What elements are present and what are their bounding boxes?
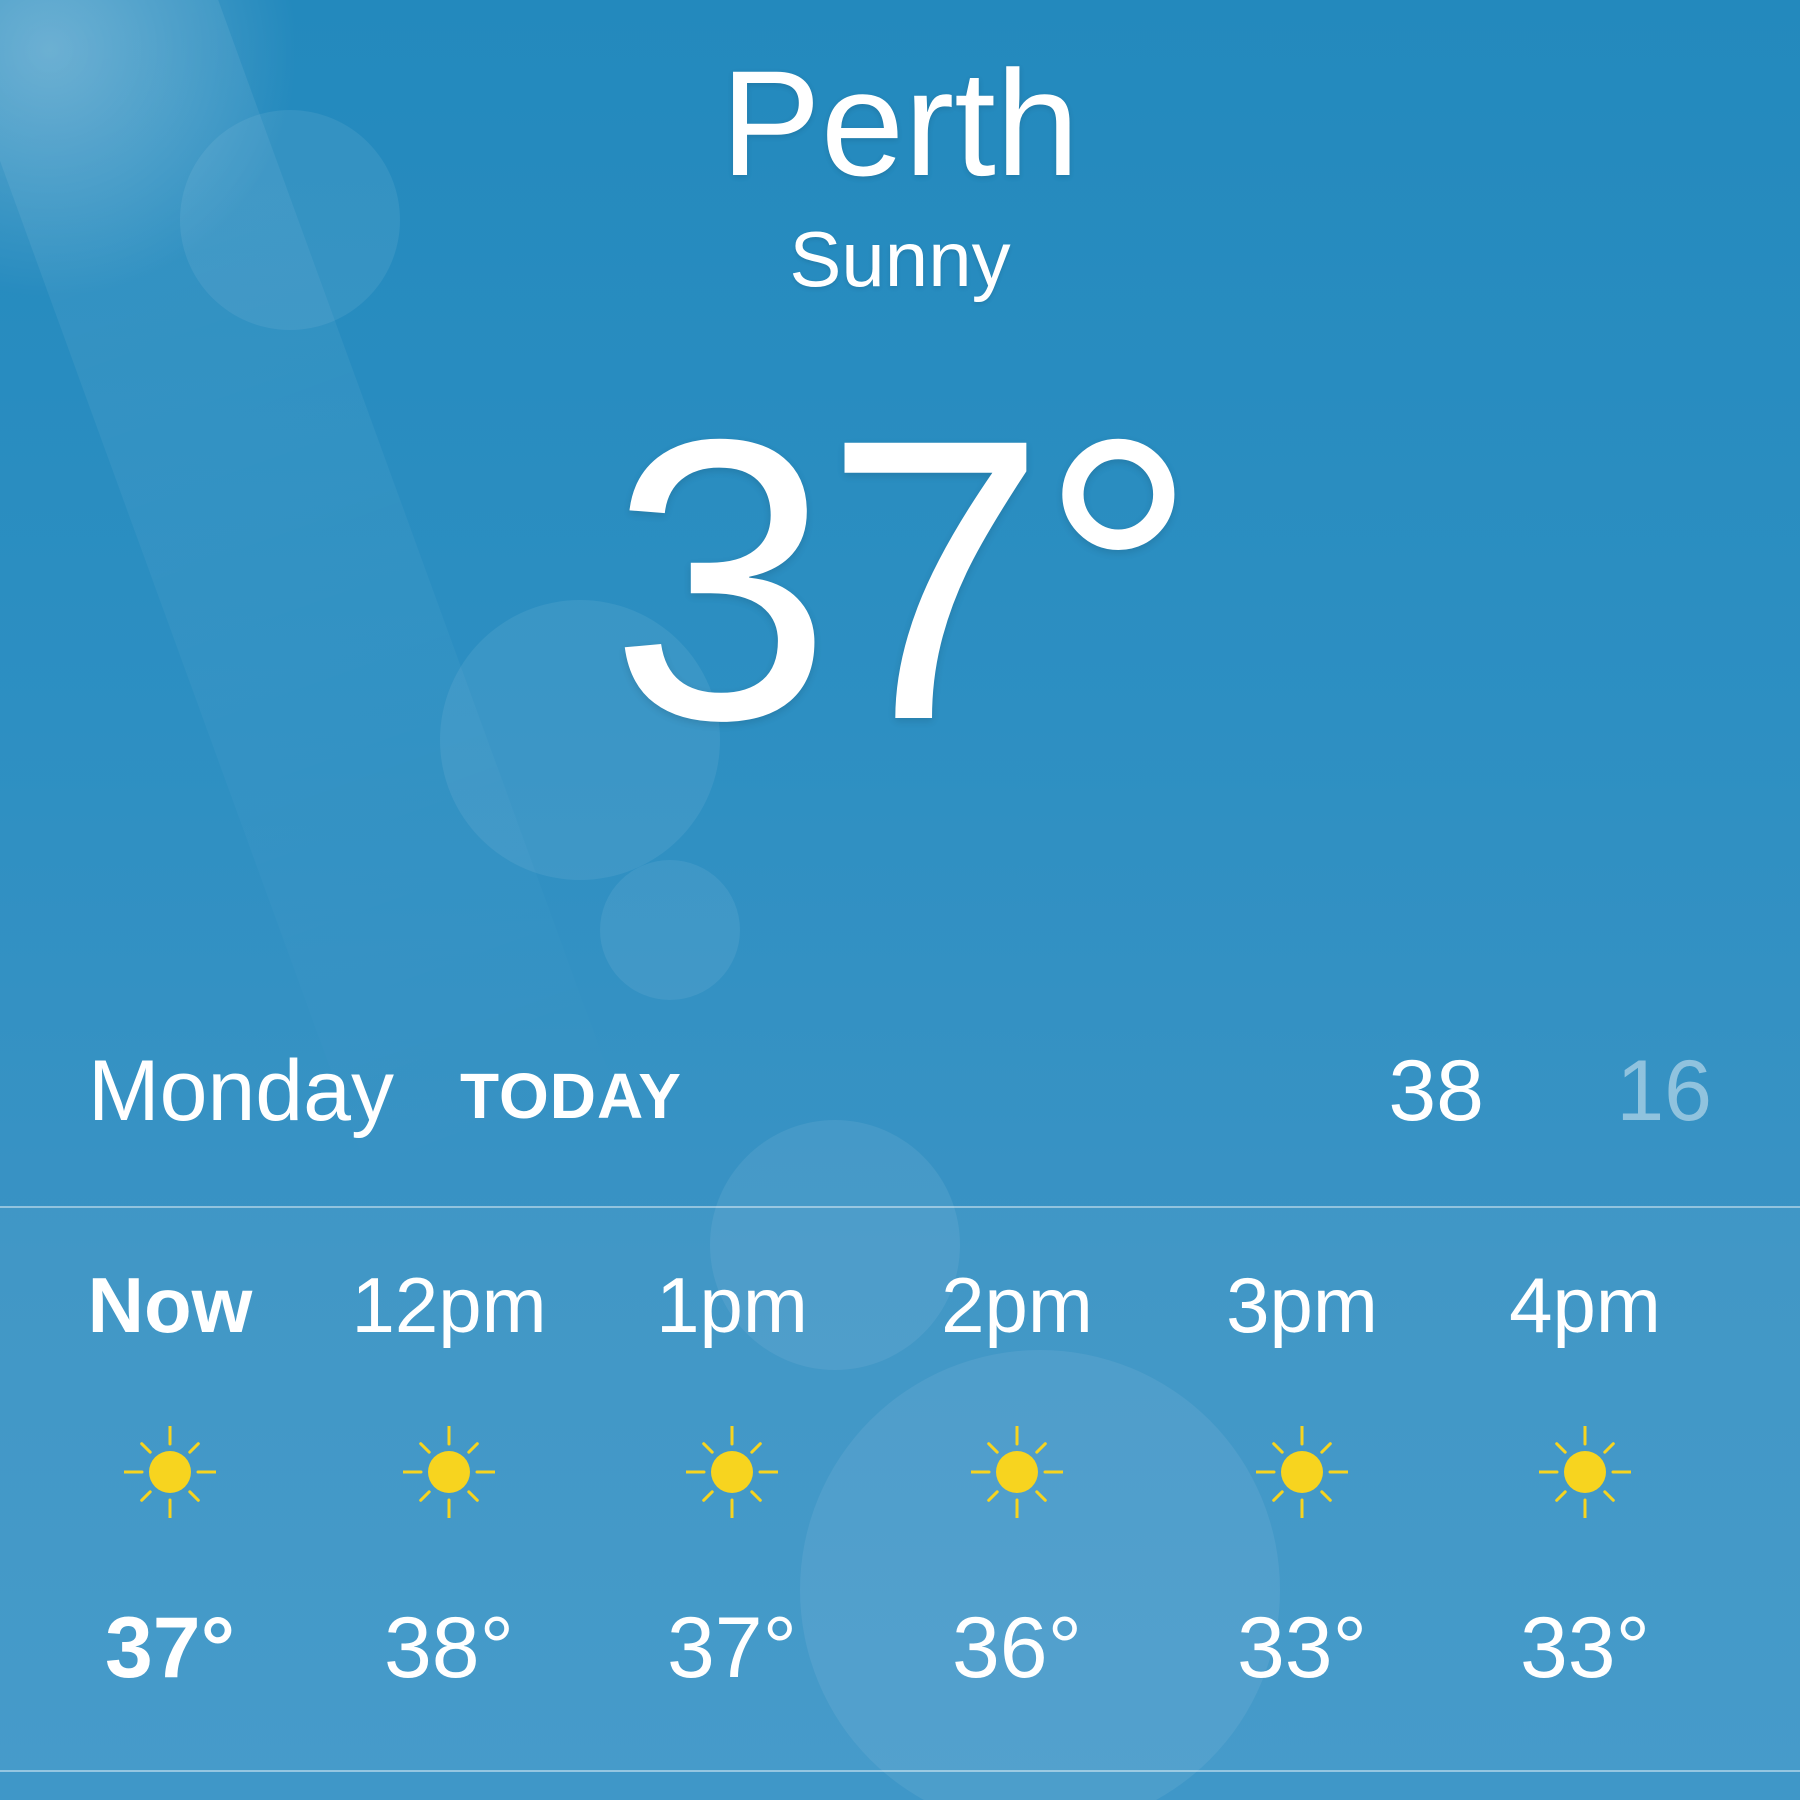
hourly-item: 3pm 33°: [1182, 1208, 1422, 1770]
high-temperature: 38: [1388, 1043, 1484, 1139]
sun-icon: [401, 1424, 497, 1520]
hourly-forecast-strip[interactable]: Now 37° 12pm 38° 1pm 37° 2pm 36° 3pm 33° 4pm 33° 5: [0, 1208, 1800, 1770]
divider: [0, 1770, 1800, 1772]
sun-icon: [969, 1424, 1065, 1520]
hour-temperature: 38°: [383, 1600, 515, 1696]
hour-temperature: 33°: [1519, 1600, 1651, 1696]
weather-condition: Sunny: [789, 215, 1011, 303]
hour-label: 12pm: [351, 1261, 547, 1349]
hour-temperature: 37°: [104, 1600, 236, 1696]
hourly-item: 12pm 38°: [329, 1208, 569, 1770]
city-name: Perth: [720, 39, 1080, 207]
hourly-item: 1pm 37°: [612, 1208, 852, 1770]
hourly-item: 4pm 33°: [1465, 1208, 1705, 1770]
hourly-item: Now 37°: [50, 1208, 290, 1770]
sun-icon: [1537, 1424, 1633, 1520]
hour-label: Now: [87, 1261, 253, 1349]
hour-label: 1pm: [656, 1261, 808, 1349]
day-name: Monday: [88, 1043, 394, 1139]
hour-label: 3pm: [1226, 1261, 1378, 1349]
hour-label: 4pm: [1509, 1261, 1661, 1349]
today-label: TODAY: [460, 1060, 682, 1132]
current-temperature: 37°: [609, 356, 1199, 803]
hour-label: 2pm: [941, 1261, 1093, 1349]
bokeh-circle: [600, 860, 740, 1000]
hourly-item: 5: [1748, 1208, 1800, 1770]
sun-icon: [122, 1424, 218, 1520]
hour-temperature: 33°: [1236, 1600, 1368, 1696]
daily-summary-row[interactable]: Monday TODAY 38 16: [88, 1046, 1712, 1136]
low-temperature: 16: [1616, 1043, 1712, 1139]
sun-icon: [684, 1424, 780, 1520]
sun-icon: [1254, 1424, 1350, 1520]
hour-temperature: 37°: [666, 1600, 798, 1696]
weather-screen: Perth Sunny 37° Monday TODAY 38 16 Now 37…: [0, 0, 1800, 1800]
hour-label: 5: [1748, 1260, 1800, 1350]
hourly-item: 2pm 36°: [897, 1208, 1137, 1770]
hour-temperature: 36°: [951, 1600, 1083, 1696]
